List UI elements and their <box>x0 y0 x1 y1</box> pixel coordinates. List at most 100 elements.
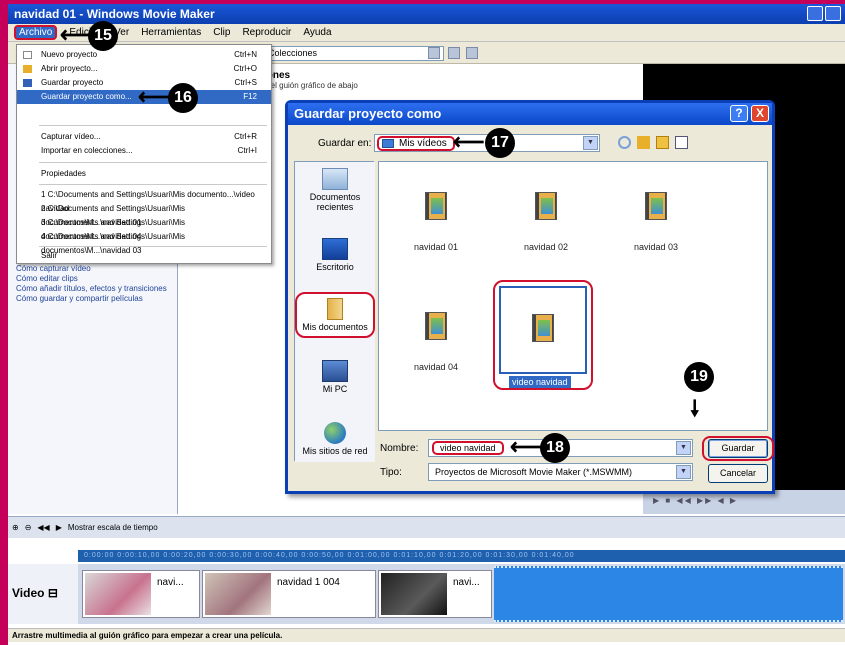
movie-file-icon <box>425 312 447 340</box>
menu-separator <box>39 184 267 185</box>
callout-17: 17 <box>485 128 515 158</box>
menu-item-recent-4[interactable]: 4 C:\Documents and Settings\Usuari\Mis d… <box>17 230 271 255</box>
arrow-down-icon: 🠗 <box>690 396 700 421</box>
menu-item-import[interactable]: Importar en colecciones... Ctrl+I <box>17 144 271 158</box>
file-item[interactable]: navidad 01 <box>381 192 491 252</box>
clip-thumbnail <box>85 573 151 615</box>
chevron-down-icon[interactable]: ▼ <box>676 465 691 479</box>
type-label: Tipo: <box>380 467 402 478</box>
movie-file-icon <box>535 192 557 220</box>
callout-16: 16 <box>168 83 198 113</box>
menu-item-capture-video[interactable]: Capturar vídeo... Ctrl+R <box>17 130 271 144</box>
maximize-button[interactable] <box>825 6 841 21</box>
up-folder-icon[interactable] <box>448 47 460 59</box>
dialog-title: Guardar proyecto como <box>288 103 772 125</box>
menu-archivo[interactable]: Archivo <box>14 25 58 40</box>
task-link[interactable]: Cómo capturar vídeo <box>16 264 167 274</box>
file-menu-dropdown: Nuevo proyecto Ctrl+N Abrir proyecto... Ct… <box>16 44 272 264</box>
chevron-down-icon[interactable]: ▼ <box>676 441 691 455</box>
selection-frame <box>499 286 587 374</box>
help-button[interactable]: ? <box>730 105 748 122</box>
place-my-documents[interactable]: Mis documentos <box>295 292 375 338</box>
nav-icons <box>618 136 688 149</box>
menu-clip[interactable]: Clip <box>213 27 230 38</box>
menu-item-open-project[interactable]: Abrir proyecto... Ctrl+O <box>17 62 271 76</box>
collapse-icon[interactable]: ⊟ <box>48 586 58 600</box>
collections-combo[interactable]: Colecciones <box>264 46 444 61</box>
task-link[interactable]: Cómo añadir títulos, efectos y transicio… <box>16 284 167 294</box>
desktop-icon <box>322 238 348 260</box>
save-button[interactable]: Guardar <box>708 439 768 458</box>
menu-item-exit[interactable]: Salir <box>17 249 271 263</box>
place-network[interactable]: Mis sitios de red <box>295 422 375 456</box>
new-folder-icon[interactable] <box>656 136 669 149</box>
view-icon[interactable] <box>466 47 478 59</box>
place-desktop[interactable]: Escritorio <box>295 238 375 272</box>
clip-thumbnail <box>205 573 271 615</box>
menu-item-recent-1[interactable]: 1 C:\Documents and Settings\Usuari\Mis d… <box>17 188 271 213</box>
clip-thumbnail <box>381 573 447 615</box>
timeline-toolbar: ⊕ ⊖ ◀◀ ▶ Mostrar escala de tiempo <box>8 516 845 538</box>
menu-item-new-project[interactable]: Nuevo proyecto Ctrl+N <box>17 48 271 62</box>
timeline-clip[interactable]: navi... <box>378 570 492 618</box>
menubar: Archivo Edición Ver Herramientas Clip Re… <box>8 24 845 42</box>
rewind-icon[interactable]: ◀◀ <box>37 523 49 532</box>
save-in-value: Mis vídeos <box>377 136 455 151</box>
up-folder-icon[interactable] <box>637 136 650 149</box>
minimize-button[interactable] <box>807 6 823 21</box>
timeline-clip[interactable]: navidad 1 004 <box>202 570 376 618</box>
zoom-out-icon[interactable]: ⊖ <box>25 523 32 532</box>
file-item-selected[interactable]: video navidad <box>493 280 593 390</box>
file-item[interactable]: navidad 03 <box>601 192 711 252</box>
menu-item-properties[interactable]: Propiedades <box>17 167 271 181</box>
network-globe-icon <box>324 422 346 444</box>
timeline-clip[interactable]: navi... <box>82 570 200 618</box>
play-icon[interactable]: ▶ <box>56 523 62 532</box>
video-track: navi... navidad 1 004 navi... <box>78 564 845 624</box>
close-button[interactable]: X <box>751 105 769 122</box>
combo-arrow-icon[interactable] <box>428 47 440 59</box>
zoom-in-icon[interactable]: ⊕ <box>12 523 19 532</box>
movie-file-icon <box>532 314 554 342</box>
place-recent-documents[interactable]: Documentos recientes <box>295 168 375 212</box>
file-type-select[interactable]: Proyectos de Microsoft Movie Maker (*.MS… <box>428 463 693 481</box>
chevron-down-icon[interactable]: ▼ <box>583 136 598 150</box>
name-label: Nombre: <box>380 443 419 454</box>
movie-file-icon <box>425 192 447 220</box>
open-folder-icon <box>23 65 32 73</box>
place-my-computer[interactable]: Mi PC <box>295 360 375 394</box>
menu-separator <box>39 162 267 163</box>
menu-item-recent-2[interactable]: 2 C:\Documents and Settings\Usuari\Mis d… <box>17 202 271 227</box>
folder-icon <box>382 139 394 148</box>
cancel-button[interactable]: Cancelar <box>708 464 768 483</box>
arrow-left-icon: ⟵ <box>510 434 542 459</box>
task-link[interactable]: Cómo guardar y compartir películas <box>16 294 167 304</box>
menu-ayuda[interactable]: Ayuda <box>303 27 331 38</box>
menu-herramientas[interactable]: Herramientas <box>141 27 201 38</box>
arrow-left-icon: ⟵ <box>138 84 170 109</box>
task-link[interactable]: Cómo editar clips <box>16 274 167 284</box>
save-disk-icon <box>23 79 32 87</box>
callout-19: 19 <box>684 362 714 392</box>
arrow-left-icon: ⟵ <box>453 129 485 154</box>
callout-18: 18 <box>540 433 570 463</box>
status-bar: Arrastre multimedia al guión gráfico par… <box>8 628 845 642</box>
back-icon[interactable] <box>618 136 631 149</box>
save-button-highlight: Guardar <box>702 436 774 461</box>
window-titlebar: navidad 01 - Windows Movie Maker <box>8 4 845 24</box>
movie-maker-window: navidad 01 - Windows Movie Maker Archivo… <box>8 4 845 645</box>
file-item[interactable]: navidad 02 <box>491 192 601 252</box>
menu-reproducir[interactable]: Reproducir <box>242 27 291 38</box>
menu-separator <box>39 246 267 247</box>
window-buttons <box>807 6 841 21</box>
show-timeline-toggle[interactable]: Mostrar escala de tiempo <box>68 523 158 532</box>
tasks-list: Cómo capturar vídeo Cómo editar clips Có… <box>16 264 167 304</box>
movie-file-icon <box>645 192 667 220</box>
file-item[interactable]: navidad 04 <box>381 312 491 372</box>
recent-documents-icon <box>322 168 348 190</box>
window-title: navidad 01 - Windows Movie Maker <box>14 7 215 21</box>
view-menu-icon[interactable] <box>675 136 688 149</box>
empty-track-area[interactable] <box>494 566 843 622</box>
menu-item-recent-3[interactable]: 3 C:\Documents and Settings\Usuari\Mis d… <box>17 216 271 241</box>
my-documents-icon <box>327 298 343 320</box>
